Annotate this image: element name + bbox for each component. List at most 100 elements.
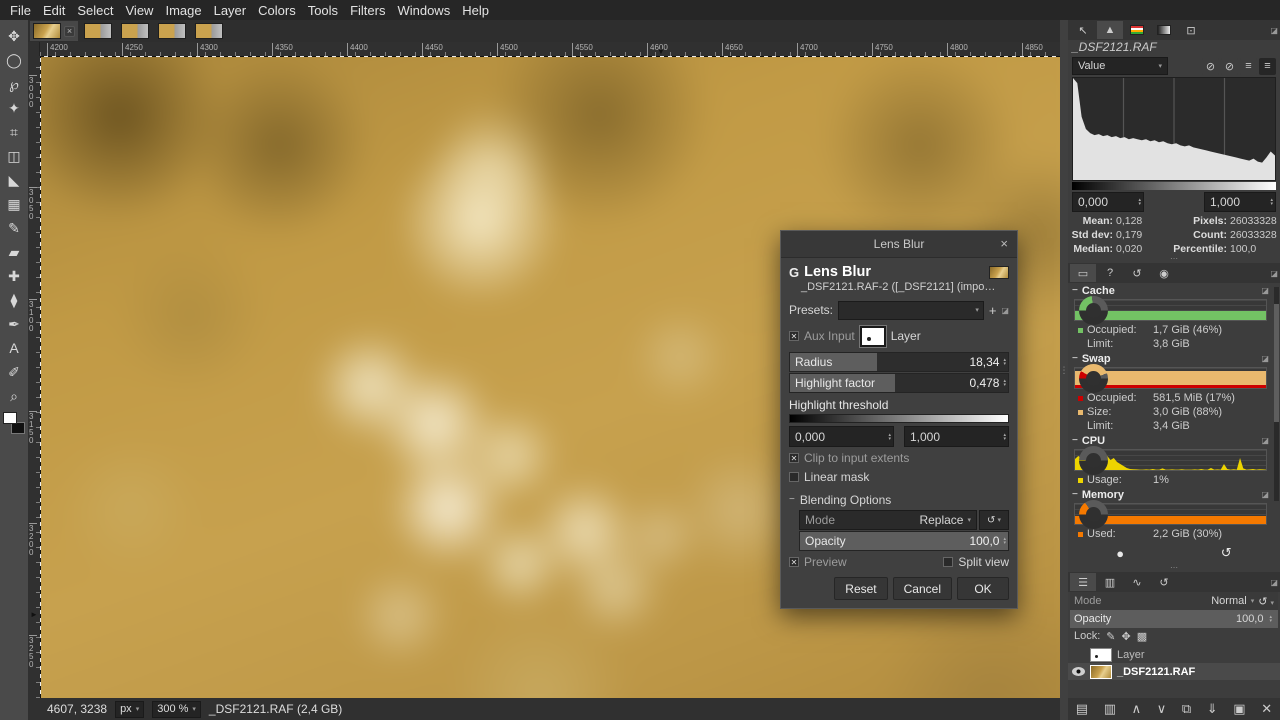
fuzzy-select-tool[interactable]: ✦: [2, 96, 26, 120]
layer-row[interactable]: _DSF2121.RAF: [1068, 663, 1280, 680]
dialog-titlebar[interactable]: Lens Blur ×: [781, 231, 1017, 258]
dock-handle[interactable]: ⋯: [1068, 256, 1280, 263]
dashboard-scrollbar[interactable]: [1274, 287, 1279, 501]
aux-input-thumbnail[interactable]: [860, 326, 886, 347]
lock-position-icon[interactable]: ✥: [1122, 630, 1131, 643]
highlight-factor-slider[interactable]: Highlight factor 0,478▴▾: [789, 373, 1009, 393]
paintbrush-tool[interactable]: ✎: [2, 216, 26, 240]
blend-space-select[interactable]: ↺▾: [979, 510, 1009, 530]
panel-menu-icon[interactable]: ◪: [1270, 26, 1278, 35]
lock-pixels-icon[interactable]: ✎: [1106, 630, 1115, 643]
text-tool[interactable]: A: [2, 336, 26, 360]
duplicate-layer-button[interactable]: ⧉: [1182, 701, 1191, 717]
image-tab[interactable]: [192, 21, 226, 41]
ok-button[interactable]: OK: [957, 577, 1009, 600]
presets-select[interactable]: ▾: [838, 301, 984, 320]
histogram-tab-3[interactable]: [1151, 21, 1177, 39]
panel-menu-icon[interactable]: ◪: [1261, 354, 1269, 363]
delete-layer-button[interactable]: ✕: [1261, 701, 1272, 717]
preview-checkbox[interactable]: ✕: [789, 557, 799, 567]
ink-tool[interactable]: ✒: [2, 312, 26, 336]
dock-splitter[interactable]: ⋮: [1060, 20, 1068, 720]
dashboard-tab-1[interactable]: ?: [1097, 264, 1123, 282]
blur-tool[interactable]: ⧫: [2, 288, 26, 312]
panel-menu-icon[interactable]: ◪: [1261, 490, 1269, 499]
blending-expander-icon[interactable]: −: [789, 494, 795, 505]
horizontal-ruler[interactable]: 4200425043004350440044504500455046004650…: [40, 42, 1060, 56]
expander-icon[interactable]: −: [1072, 353, 1078, 364]
fg-color-swatch[interactable]: [3, 412, 17, 424]
histogram-option-button[interactable]: ⊘: [1221, 58, 1238, 75]
dock-handle[interactable]: ⋯: [1068, 565, 1280, 572]
histogram-high-input[interactable]: 1,000▴▾: [1204, 192, 1276, 212]
menu-item-tools[interactable]: Tools: [302, 3, 344, 18]
lock-alpha-icon[interactable]: ▩: [1137, 630, 1147, 643]
new-group-button[interactable]: ▥: [1104, 701, 1116, 717]
spinner-arrows[interactable]: ▴▾: [1267, 615, 1274, 623]
panel-menu-icon[interactable]: ◪: [1270, 578, 1278, 587]
menu-item-layer[interactable]: Layer: [208, 3, 253, 18]
panel-menu-icon[interactable]: ◪: [1270, 269, 1278, 278]
histogram-channel-select[interactable]: Value▾: [1072, 57, 1168, 75]
dashboard-tab-3[interactable]: ◉: [1151, 264, 1177, 282]
menu-item-help[interactable]: Help: [456, 3, 495, 18]
menu-item-windows[interactable]: Windows: [391, 3, 456, 18]
menu-item-colors[interactable]: Colors: [252, 3, 302, 18]
spinner-arrows[interactable]: ▴▾: [1001, 379, 1008, 387]
spinner-arrows[interactable]: ▴▾: [1268, 198, 1275, 206]
linear-mask-checkbox[interactable]: [789, 472, 799, 482]
vertical-ruler[interactable]: 300030503100315032003250►: [28, 56, 40, 698]
image-tab[interactable]: ×: [30, 21, 78, 41]
tab-close-icon[interactable]: ×: [64, 26, 75, 37]
opacity-slider[interactable]: Opacity 100,0▴▾: [799, 531, 1009, 551]
add-preset-icon[interactable]: +: [989, 303, 997, 318]
blend-mode-select[interactable]: Mode Replace▾: [799, 510, 977, 530]
transform-tool[interactable]: ◫: [2, 144, 26, 168]
free-select-tool[interactable]: ℘: [2, 72, 26, 96]
new-layer-button[interactable]: ▤: [1076, 701, 1088, 717]
panel-menu-icon[interactable]: ◪: [1001, 306, 1009, 315]
cancel-button[interactable]: Cancel: [893, 577, 952, 600]
visibility-eye-icon[interactable]: [1072, 667, 1085, 676]
histogram-option-button[interactable]: ≡: [1259, 58, 1276, 75]
layers-tab-1[interactable]: ▥: [1097, 573, 1123, 591]
unit-select[interactable]: px▾: [115, 701, 144, 718]
eraser-tool[interactable]: ▰: [2, 240, 26, 264]
add-mask-button[interactable]: ▣: [1233, 701, 1245, 717]
expander-icon[interactable]: −: [1072, 285, 1078, 296]
raise-layer-button[interactable]: ∧: [1132, 701, 1142, 717]
dashboard-tab-2[interactable]: ↺: [1124, 264, 1150, 282]
layer-row[interactable]: Layer: [1068, 646, 1280, 663]
panel-menu-icon[interactable]: ◪: [1261, 436, 1269, 445]
split-view-checkbox[interactable]: [943, 557, 953, 567]
expander-icon[interactable]: −: [1072, 435, 1078, 446]
threshold-gradient[interactable]: [789, 414, 1009, 423]
menu-item-edit[interactable]: Edit: [37, 3, 71, 18]
dashboard-tab-0[interactable]: ▭: [1070, 264, 1096, 282]
zoom-tool[interactable]: ⌕: [2, 384, 26, 408]
spinner-arrows[interactable]: ▴▾: [1001, 433, 1008, 441]
fg-bg-color-swatches[interactable]: [3, 412, 25, 434]
image-tab[interactable]: [81, 21, 115, 41]
ruler-corner[interactable]: [28, 42, 40, 56]
histogram-option-button[interactable]: ≡: [1240, 58, 1257, 75]
menu-item-select[interactable]: Select: [71, 3, 119, 18]
spinner-arrows[interactable]: ▴▾: [1001, 537, 1008, 545]
histogram-low-input[interactable]: 0,000▴▾: [1072, 192, 1144, 212]
bucket-fill-tool[interactable]: ◣: [2, 168, 26, 192]
blend-space-button[interactable]: ↺ ▾: [1258, 595, 1274, 608]
histogram-tab-2[interactable]: [1124, 21, 1150, 39]
radius-slider[interactable]: Radius 18,34▴▾: [789, 352, 1009, 372]
lower-layer-button[interactable]: ∨: [1157, 701, 1167, 717]
histogram-tab-4[interactable]: ⊡: [1178, 21, 1204, 39]
gradient-tool[interactable]: ▦: [2, 192, 26, 216]
menu-item-view[interactable]: View: [120, 3, 160, 18]
histogram-tab-1[interactable]: ▲: [1097, 21, 1123, 39]
menu-item-file[interactable]: File: [4, 3, 37, 18]
clip-checkbox[interactable]: ✕: [789, 453, 799, 463]
layers-tab-2[interactable]: ∿: [1124, 573, 1150, 591]
dialog-close-icon[interactable]: ×: [1000, 236, 1008, 251]
menu-item-filters[interactable]: Filters: [344, 3, 391, 18]
zoom-select[interactable]: 300 %▾: [152, 701, 201, 718]
histogram-tab-0[interactable]: ↖: [1070, 21, 1096, 39]
